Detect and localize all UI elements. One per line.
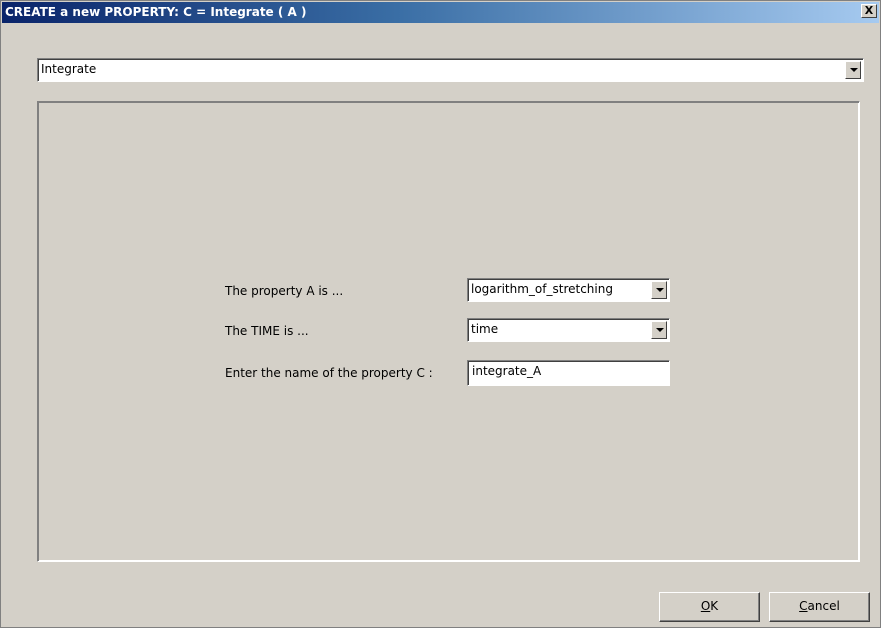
- ok-button[interactable]: OK: [659, 592, 760, 622]
- property-a-select[interactable]: logarithm_of_stretching: [467, 278, 670, 302]
- cancel-button[interactable]: Cancel: [769, 592, 870, 622]
- property-c-name-input[interactable]: integrate_A: [467, 360, 670, 386]
- operation-select[interactable]: Integrate: [37, 58, 864, 82]
- chevron-down-icon[interactable]: [651, 281, 667, 299]
- window-title: CREATE a new PROPERTY: C = Integrate ( A…: [5, 5, 307, 19]
- operation-select-value: Integrate: [41, 62, 97, 76]
- time-select[interactable]: time: [467, 318, 670, 342]
- property-c-name-value: integrate_A: [472, 364, 542, 378]
- property-a-value: logarithm_of_stretching: [471, 282, 613, 296]
- ok-label: K: [710, 599, 719, 613]
- cancel-mnemonic: C: [799, 599, 808, 613]
- close-button[interactable]: X: [861, 4, 877, 18]
- ok-mnemonic: O: [700, 599, 711, 613]
- property-c-name-label: Enter the name of the property C :: [225, 366, 433, 380]
- close-icon: X: [864, 4, 874, 17]
- chevron-down-icon[interactable]: [651, 321, 667, 339]
- chevron-down-icon[interactable]: [845, 61, 861, 79]
- dialog-window: CREATE a new PROPERTY: C = Integrate ( A…: [0, 0, 881, 628]
- property-a-label: The property A is ...: [225, 284, 344, 298]
- parameters-panel: The property A is ... logarithm_of_stret…: [37, 101, 860, 562]
- time-label: The TIME is ...: [225, 324, 309, 338]
- time-value: time: [471, 322, 499, 336]
- cancel-label: ancel: [807, 599, 840, 613]
- title-bar[interactable]: CREATE a new PROPERTY: C = Integrate ( A…: [2, 2, 879, 23]
